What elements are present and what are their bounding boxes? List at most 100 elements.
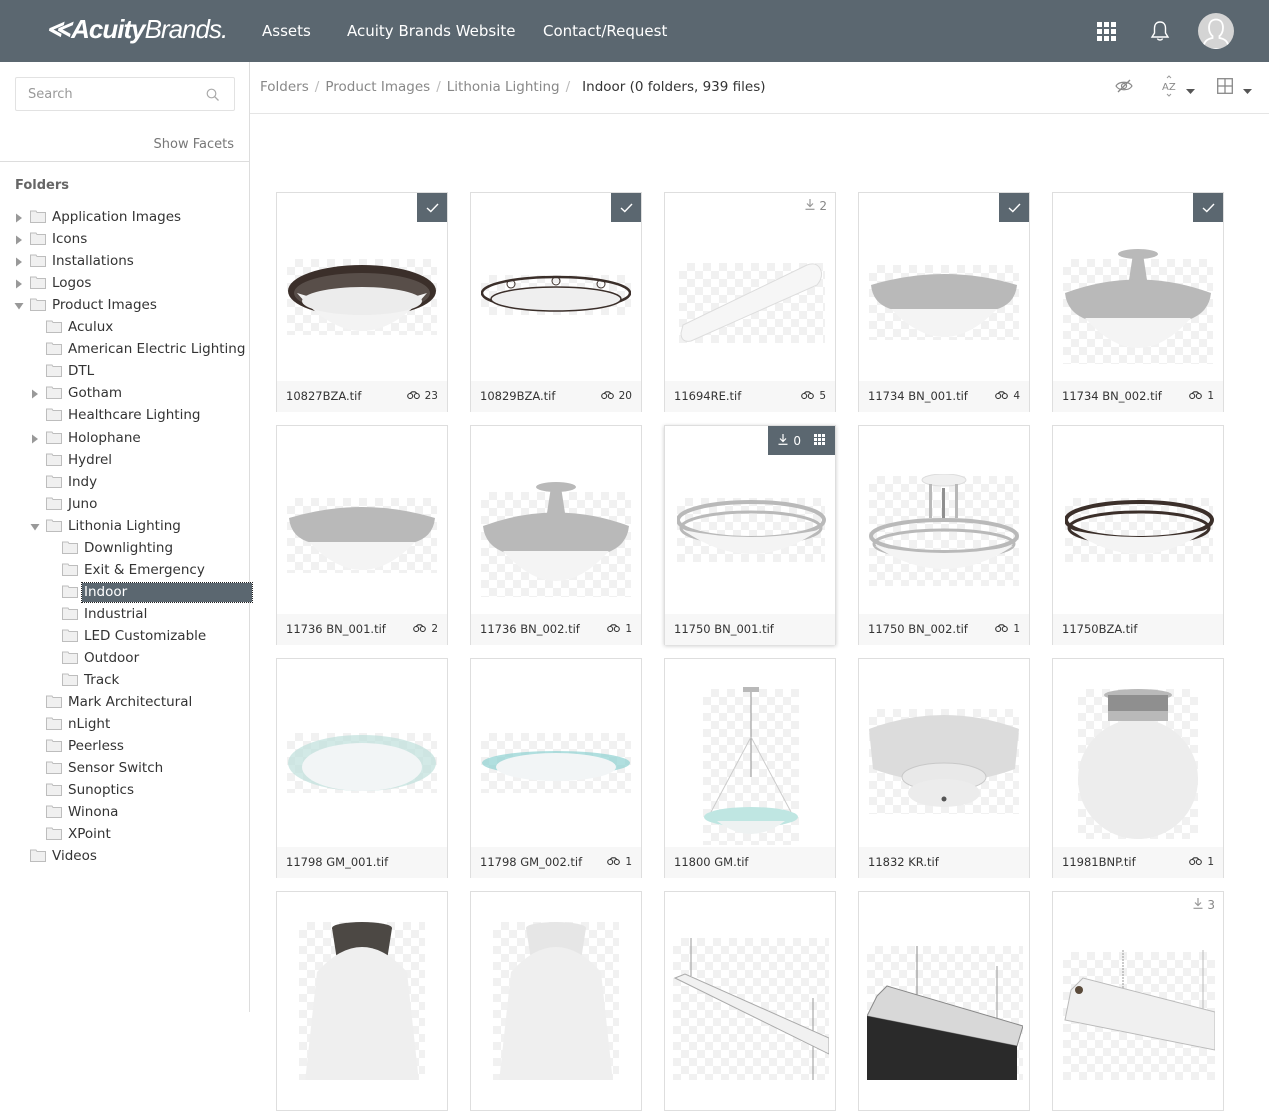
apps-grid-icon[interactable] [1094,0,1118,62]
asset-filename[interactable]: 11736 BN_001.tif [286,622,386,636]
folder-tree-item[interactable]: Indy [0,473,249,493]
expand-arrow-right-icon[interactable] [30,434,40,444]
folder-label[interactable]: XPoint [66,825,113,844]
hide-toggle-button[interactable] [1114,76,1134,100]
folder-label[interactable]: Outdoor [82,649,141,668]
asset-filename[interactable]: 10827BZA.tif [286,389,361,403]
show-facets-link[interactable]: Show Facets [154,137,234,152]
selected-checkbox[interactable] [999,193,1029,222]
asset-filename[interactable]: 11750 BN_002.tif [868,622,968,636]
asset-filename[interactable]: 11981BNP.tif [1062,855,1136,869]
asset-card[interactable]: 10827BZA.tif 23 [276,192,448,412]
nav-link-acuity-website-label[interactable]: Acuity Brands Website [347,22,516,40]
folder-tree-item[interactable]: Winona [0,803,249,823]
folder-tree-item[interactable]: Peerless [0,737,249,757]
folder-tree-item[interactable]: Logos [0,274,249,294]
asset-card[interactable]: 11734 BN_002.tif 1 [1052,192,1224,412]
expand-arrow-right-icon[interactable] [14,279,24,289]
expand-arrow-right-icon[interactable] [14,235,24,245]
folder-label[interactable]: Industrial [82,605,149,624]
folder-label[interactable]: Exit & Emergency [82,561,207,580]
folder-tree-item[interactable]: Outdoor [0,649,249,669]
view-mode-dropdown[interactable] [1217,76,1252,100]
asset-filename[interactable]: 11750 BN_001.tif [674,622,774,636]
asset-thumbnail[interactable] [277,426,447,614]
folder-label[interactable]: Aculux [66,318,115,337]
folder-label[interactable]: Icons [50,230,89,249]
folder-tree-item[interactable]: Lithonia Lighting [0,517,249,537]
folder-label[interactable]: Hydrel [66,451,114,470]
folder-tree-item[interactable]: Downlighting [0,539,249,559]
folder-tree-item[interactable]: Holophane [0,429,249,449]
bell-icon[interactable] [1148,0,1172,62]
folder-label[interactable]: American Electric Lighting [66,340,247,359]
asset-thumbnail[interactable] [277,892,447,1080]
folder-label[interactable]: Sunoptics [66,781,136,800]
asset-card[interactable]: 11750 BN_002.tif 1 [858,425,1030,645]
folder-tree-item[interactable]: Aculux [0,318,249,338]
breadcrumb-lithonia-lighting[interactable]: Lithonia Lighting [447,79,560,95]
selected-checkbox[interactable] [1193,193,1223,222]
asset-card[interactable]: 11800 GM.tif [664,658,836,878]
expand-arrow-right-icon[interactable] [30,389,40,399]
nav-link-acuity-website[interactable]: Acuity Brands Website [347,0,516,62]
folder-tree-item[interactable]: LED Customizable [0,627,249,647]
sort-dropdown[interactable]: AZ [1160,75,1195,100]
folder-tree-item[interactable]: Indoor [0,581,253,603]
folder-tree-item[interactable]: Track [0,671,249,691]
selected-checkbox[interactable] [611,193,641,222]
folder-tree-item[interactable]: DTL [0,362,249,382]
nav-link-contact-request[interactable]: Contact/Request [543,0,667,62]
download-button[interactable]: 0 [778,433,801,448]
asset-card[interactable]: 2 11694RE.tif 5 [664,192,836,412]
asset-thumbnail[interactable] [1053,892,1223,1080]
expand-arrow-down-icon[interactable] [14,301,24,311]
folder-tree-item[interactable]: Product Images [0,296,249,316]
expand-arrow-down-icon[interactable] [30,522,40,532]
folder-tree-item[interactable]: Application Images [0,208,249,228]
selected-checkbox[interactable] [417,193,447,222]
asset-filename[interactable]: 11798 GM_001.tif [286,855,388,869]
folder-tree-item[interactable]: Juno [0,495,249,515]
nav-link-contact-request-label[interactable]: Contact/Request [543,22,667,40]
folder-label[interactable]: nLight [66,715,112,734]
asset-card[interactable]: 11736 BN_002.tif 1 [470,425,642,645]
asset-filename[interactable]: 11734 BN_001.tif [868,389,968,403]
asset-thumbnail[interactable] [859,659,1029,847]
more-actions-icon[interactable] [813,433,825,448]
asset-card[interactable]: 10829BZA.tif 20 [470,192,642,412]
folder-tree-item[interactable]: Hydrel [0,451,249,471]
folder-label[interactable]: Indy [66,473,99,492]
asset-thumbnail[interactable] [471,426,641,614]
asset-filename[interactable]: 11800 GM.tif [674,855,748,869]
folder-tree-item[interactable]: Videos [0,847,249,867]
folder-tree-item[interactable]: Installations [0,252,249,272]
asset-card[interactable] [470,891,642,1111]
folder-tree-item[interactable]: Icons [0,230,249,250]
folder-label[interactable]: Holophane [66,429,143,448]
asset-filename[interactable]: 11750BZA.tif [1062,622,1137,636]
folder-tree-item[interactable]: American Electric Lighting [0,340,249,360]
asset-thumbnail[interactable] [471,892,641,1080]
asset-card[interactable]: 11750BZA.tif [1052,425,1224,645]
folder-label[interactable]: Peerless [66,737,126,756]
asset-thumbnail[interactable] [1053,659,1223,847]
folder-label[interactable]: DTL [66,362,96,381]
search-icon[interactable] [206,87,220,106]
asset-thumbnail[interactable] [665,659,835,847]
asset-thumbnail[interactable] [665,892,835,1080]
search-input[interactable] [16,78,196,110]
folder-label[interactable]: Juno [66,495,99,514]
folder-tree-item[interactable]: Sensor Switch [0,759,249,779]
asset-thumbnail[interactable] [1053,426,1223,614]
asset-card[interactable]: 11734 BN_001.tif 4 [858,192,1030,412]
search-box[interactable] [15,77,235,111]
folder-tree-item[interactable]: nLight [0,715,249,735]
asset-card[interactable] [664,891,836,1111]
folder-label[interactable]: Downlighting [82,539,175,558]
folder-label[interactable]: Mark Architectural [66,693,194,712]
folder-tree-item[interactable]: Exit & Emergency [0,561,249,581]
folder-label[interactable]: LED Customizable [82,627,208,646]
asset-thumbnail[interactable] [471,659,641,847]
asset-card[interactable] [276,891,448,1111]
